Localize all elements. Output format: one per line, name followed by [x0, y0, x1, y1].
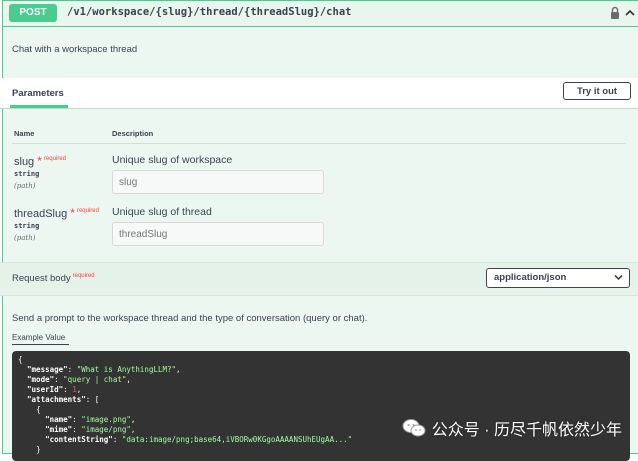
content-type-select[interactable]: application/json: [486, 268, 630, 288]
operation-summary[interactable]: POST /v1/workspace/{slug}/thread/{thread…: [3, 1, 638, 27]
chevron-up-icon[interactable]: [625, 7, 635, 19]
param-in-slug: (path): [14, 182, 36, 190]
column-divider: [12, 143, 626, 144]
example-code-block[interactable]: { "message": "What is AnythingLLM?", "mo…: [12, 351, 630, 461]
tab-parameters[interactable]: Parameters: [12, 88, 64, 99]
param-name-slug: slug * required: [14, 154, 66, 168]
watermark: 公众号 · 历尽千帆依然少年: [402, 418, 622, 439]
endpoint-path: /v1/workspace/{slug}/thread/{threadSlug}…: [67, 6, 352, 18]
request-body-description: Send a prompt to the workspace thread an…: [12, 313, 368, 324]
content-type-value: application/json: [494, 272, 567, 283]
param-description-slug: Unique slug of workspace: [112, 154, 233, 166]
tab-underline: [10, 105, 68, 108]
column-header-name: Name: [14, 129, 35, 138]
lock-icon[interactable]: [610, 6, 620, 20]
param-type-slug: string: [14, 170, 40, 178]
wechat-icon: [402, 419, 426, 437]
param-name-threadslug: threadSlug * required: [14, 206, 99, 220]
param-description-threadslug: Unique slug of thread: [112, 206, 212, 218]
chevron-down-icon: [614, 274, 623, 281]
param-type-threadslug: string: [14, 222, 40, 230]
threadslug-input[interactable]: [112, 222, 324, 246]
tab-example-value[interactable]: Example Value: [12, 333, 65, 342]
try-it-out-button[interactable]: Try it out: [563, 82, 631, 100]
parameters-header: [0, 78, 638, 109]
operation-description: Chat with a workspace thread: [12, 44, 138, 55]
watermark-text: 公众号 · 历尽千帆依然少年: [431, 422, 622, 439]
param-in-threadslug: (path): [14, 234, 36, 242]
request-body-label: Request body required: [12, 273, 95, 285]
column-header-description: Description: [112, 129, 154, 138]
method-badge: POST: [9, 4, 57, 22]
example-tab-underline: [12, 344, 69, 345]
slug-input[interactable]: [112, 170, 324, 194]
